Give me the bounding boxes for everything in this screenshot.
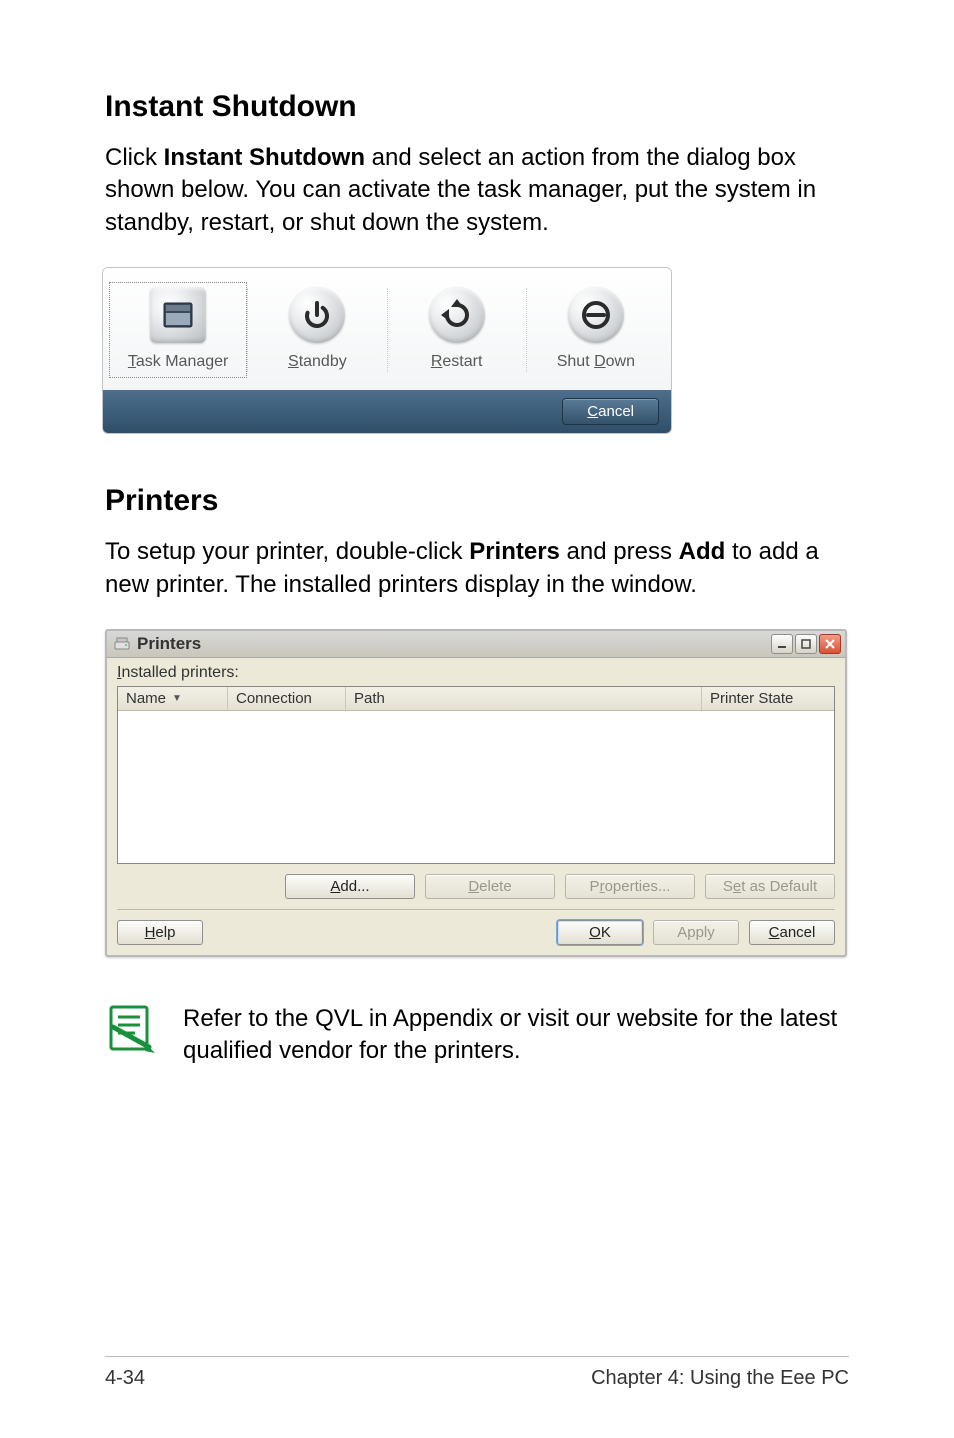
col-printer-state[interactable]: Printer State <box>702 687 834 710</box>
note-text: Refer to the QVL in Appendix or visit ou… <box>183 1003 849 1068</box>
shutdown-action-row: Task Manager Standby <box>103 268 671 390</box>
properties-button: Properties... <box>565 874 695 899</box>
note-icon <box>105 1003 155 1053</box>
printer-icon <box>113 635 131 653</box>
maximize-button[interactable] <box>795 634 817 654</box>
shut-down-icon <box>568 287 624 343</box>
action-standby[interactable]: Standby <box>248 282 386 378</box>
para-printers: To setup your printer, double-click Prin… <box>105 536 849 601</box>
printers-window: Printers Installed printers: Name▼ Conne… <box>105 629 847 957</box>
cancel-button[interactable]: Cancel <box>749 920 835 945</box>
set-default-button: Set as Default <box>705 874 835 899</box>
chapter-label: Chapter 4: Using the Eee PC <box>591 1367 849 1390</box>
text: Click <box>105 144 164 171</box>
apply-button: Apply <box>653 920 739 945</box>
heading-instant-shutdown: Instant Shutdown <box>105 90 849 124</box>
minimize-button[interactable] <box>771 634 793 654</box>
text: and press <box>560 538 679 565</box>
action-label: Standby <box>253 353 381 371</box>
text-bold: Instant Shutdown <box>164 144 365 171</box>
action-shut-down[interactable]: Shut Down <box>527 282 665 378</box>
delete-button: Delete <box>425 874 555 899</box>
action-label: Task Manager <box>114 353 242 371</box>
page-footer: 4-34 Chapter 4: Using the Eee PC <box>105 1356 849 1390</box>
help-button[interactable]: Help <box>117 920 203 945</box>
shutdown-dialog: Task Manager Standby <box>102 267 672 434</box>
action-label: Shut Down <box>532 353 660 371</box>
restart-icon <box>429 287 485 343</box>
text-bold: Printers <box>469 538 560 565</box>
printers-table[interactable]: Name▼ Connection Path Printer State <box>117 686 835 864</box>
shutdown-footer: Cancel <box>103 390 671 433</box>
page-number: 4-34 <box>105 1367 145 1390</box>
window-title: Printers <box>137 634 769 654</box>
action-restart[interactable]: Restart <box>388 282 526 378</box>
table-header: Name▼ Connection Path Printer State <box>118 687 834 711</box>
sort-desc-icon: ▼ <box>172 693 182 704</box>
col-path[interactable]: Path <box>346 687 702 710</box>
task-manager-icon <box>150 287 206 343</box>
para-instant-shutdown: Click Instant Shutdown and select an act… <box>105 142 849 239</box>
text-bold: Add <box>679 538 726 565</box>
action-label: Restart <box>393 353 521 371</box>
heading-printers: Printers <box>105 484 849 518</box>
close-button[interactable] <box>819 634 841 654</box>
action-task-manager[interactable]: Task Manager <box>109 282 247 378</box>
ok-button[interactable]: OK <box>557 920 643 945</box>
col-name[interactable]: Name▼ <box>118 687 228 710</box>
cancel-button[interactable]: Cancel <box>562 398 659 425</box>
window-titlebar: Printers <box>107 631 845 658</box>
note-box: Refer to the QVL in Appendix or visit ou… <box>105 1003 849 1068</box>
installed-printers-label: Installed printers: <box>117 664 835 682</box>
text: To setup your printer, double-click <box>105 538 469 565</box>
standby-icon <box>289 287 345 343</box>
add-button[interactable]: Add... <box>285 874 415 899</box>
col-connection[interactable]: Connection <box>228 687 346 710</box>
